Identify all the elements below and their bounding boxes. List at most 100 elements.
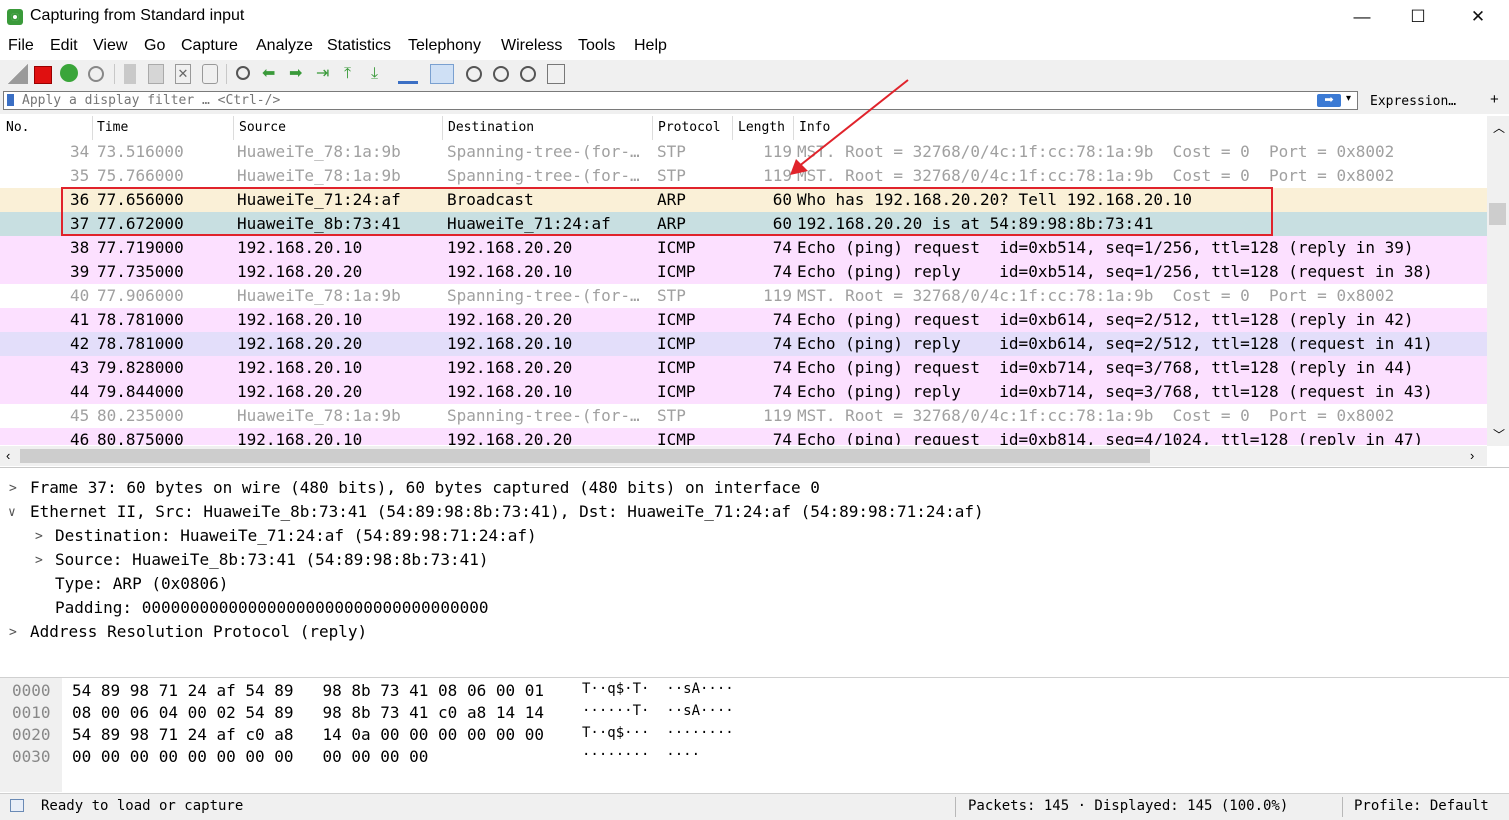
cell-length: 74 [772,238,792,257]
byte-ascii-row[interactable]: ······T· ··sA···· [582,703,734,719]
maximize-button[interactable]: ☐ [1395,0,1441,34]
start-capture-icon[interactable] [8,64,28,84]
go-forward-icon[interactable]: ➡ [289,64,309,84]
detail-arp[interactable]: Address Resolution Protocol (reply) [30,622,367,641]
chevron-right-icon[interactable]: > [35,529,43,544]
zoom-out-icon[interactable] [493,66,509,82]
packet-row[interactable]: 34 73.516000 HuaweiTe_78:1a:9b Spanning-tre… [0,140,1487,164]
scrollbar-thumb[interactable] [20,449,1150,463]
colorize-icon[interactable] [430,64,454,84]
byte-ascii-row[interactable]: T··q$·T· ··sA···· [582,681,734,697]
scroll-down-icon[interactable]: ﹀ [1493,426,1505,443]
add-filter-button[interactable]: + [1490,91,1499,108]
column-destination[interactable]: Destination [448,120,534,135]
expression-button[interactable]: Expression… [1370,94,1456,109]
normal-size-icon[interactable] [520,66,536,82]
byte-hex-row[interactable]: 54 89 98 71 24 af 54 89 98 8b 73 41 08 0… [72,681,544,700]
cell-length: 119 [763,286,792,305]
scroll-left-icon[interactable]: ‹ [6,448,10,463]
column-length[interactable]: Length [738,120,785,135]
column-divider[interactable] [442,116,443,140]
find-packet-icon[interactable] [236,66,250,80]
byte-hex-row[interactable]: 54 89 98 71 24 af c0 a8 14 0a 00 00 00 0… [72,725,544,744]
apply-filter-icon[interactable]: ➡ [1317,94,1341,107]
first-packet-icon[interactable]: ⤒ [344,64,364,84]
packet-row[interactable]: 38 77.719000 192.168.20.10 192.168.20.20 ICM… [0,236,1487,260]
detail-source[interactable]: Source: HuaweiTe_8b:73:41 (54:89:98:8b:7… [55,550,488,569]
menu-help[interactable]: Help [634,37,667,55]
packet-row[interactable]: 42 78.781000 192.168.20.20 192.168.20.10 ICM… [0,332,1487,356]
chevron-right-icon[interactable]: > [35,553,43,568]
menu-statistics[interactable]: Statistics [327,37,391,55]
resize-columns-icon[interactable] [547,64,565,84]
packet-list-hscrollbar[interactable]: ‹ › [0,446,1487,466]
reload-file-icon[interactable] [202,64,218,84]
chevron-down-icon[interactable]: ∨ [8,505,16,520]
packet-row[interactable]: 40 77.906000 HuaweiTe_78:1a:9b Spanning-tre… [0,284,1487,308]
menu-tools[interactable]: Tools [578,37,615,55]
detail-ethernet[interactable]: Ethernet II, Src: HuaweiTe_8b:73:41 (54:… [30,502,984,521]
menu-capture[interactable]: Capture [181,37,238,55]
status-profile[interactable]: Profile: Default [1354,798,1489,814]
packet-row[interactable]: 43 79.828000 192.168.20.10 192.168.20.20 ICM… [0,356,1487,380]
minimize-button[interactable]: — [1339,0,1385,34]
detail-padding[interactable]: Padding: 0000000000000000000000000000000… [55,598,488,617]
cell-destination: Spanning-tree-(for-… [447,142,640,161]
packet-row[interactable]: 39 77.735000 192.168.20.20 192.168.20.10 ICM… [0,260,1487,284]
stop-capture-icon[interactable] [34,66,52,84]
column-divider[interactable] [233,116,234,140]
detail-type[interactable]: Type: ARP (0x0806) [55,574,228,593]
cell-no: 43 [70,358,90,377]
cell-time: 78.781000 [97,334,184,353]
close-button[interactable]: ✕ [1455,0,1501,34]
scroll-right-icon[interactable]: › [1470,448,1474,463]
detail-destination[interactable]: Destination: HuaweiTe_71:24:af (54:89:98… [55,526,537,545]
column-source[interactable]: Source [239,120,286,135]
cell-no: 34 [70,142,90,161]
byte-ascii-row[interactable]: ········ ···· [582,747,700,763]
expert-info-icon[interactable] [10,799,24,812]
open-file-icon[interactable] [124,64,136,84]
menu-view[interactable]: View [93,37,127,55]
status-separator [955,797,956,817]
last-packet-icon[interactable]: ⤓ [371,64,391,84]
column-divider[interactable] [92,116,93,140]
packet-list-vscrollbar[interactable]: ︿ ﹀ [1487,116,1509,446]
column-divider[interactable] [732,116,733,140]
capture-options-icon[interactable] [88,66,104,82]
bookmark-icon[interactable] [7,94,14,106]
go-back-icon[interactable]: ⬅ [262,64,282,84]
packet-row[interactable]: 41 78.781000 192.168.20.10 192.168.20.20 ICM… [0,308,1487,332]
chevron-right-icon[interactable]: > [9,481,17,496]
packet-row[interactable]: 44 79.844000 192.168.20.20 192.168.20.10 ICM… [0,380,1487,404]
byte-hex-row[interactable]: 08 00 06 04 00 02 54 89 98 8b 73 41 c0 a… [72,703,544,722]
save-file-icon[interactable] [148,64,164,84]
autoscroll-icon[interactable] [398,64,418,84]
restart-capture-icon[interactable] [60,64,78,82]
column-divider[interactable] [652,116,653,140]
column-no[interactable]: No. [6,120,29,135]
go-to-packet-icon[interactable]: ⇥ [316,64,336,84]
menu-analyze[interactable]: Analyze [256,37,313,55]
packet-row[interactable]: 35 75.766000 HuaweiTe_78:1a:9b Spanning-tre… [0,164,1487,188]
close-file-icon[interactable]: ✕ [175,64,191,84]
menu-edit[interactable]: Edit [50,37,78,55]
menu-go[interactable]: Go [144,37,165,55]
byte-hex-row[interactable]: 00 00 00 00 00 00 00 00 00 00 00 00 [72,747,428,766]
column-protocol[interactable]: Protocol [658,120,721,135]
packet-row[interactable]: 45 80.235000 HuaweiTe_78:1a:9b Spanning-tre… [0,404,1487,428]
scroll-up-icon[interactable]: ︿ [1493,119,1505,136]
chevron-right-icon[interactable]: > [9,625,17,640]
zoom-in-icon[interactable] [466,66,482,82]
byte-ascii-row[interactable]: T··q$··· ········ [582,725,734,741]
menu-wireless[interactable]: Wireless [501,37,562,55]
scrollbar-thumb[interactable] [1489,203,1506,225]
packet-row[interactable]: 46 80.875000 192.168.20.10 192.168.20.20 ICM… [0,428,1487,445]
display-filter-input[interactable] [3,91,1358,110]
menu-file[interactable]: File [8,37,34,55]
pane-divider[interactable] [0,467,1509,468]
detail-frame[interactable]: Frame 37: 60 bytes on wire (480 bits), 6… [30,478,820,497]
chevron-down-icon[interactable]: ▾ [1346,93,1351,104]
column-time[interactable]: Time [97,120,128,135]
menu-telephony[interactable]: Telephony [408,37,481,55]
